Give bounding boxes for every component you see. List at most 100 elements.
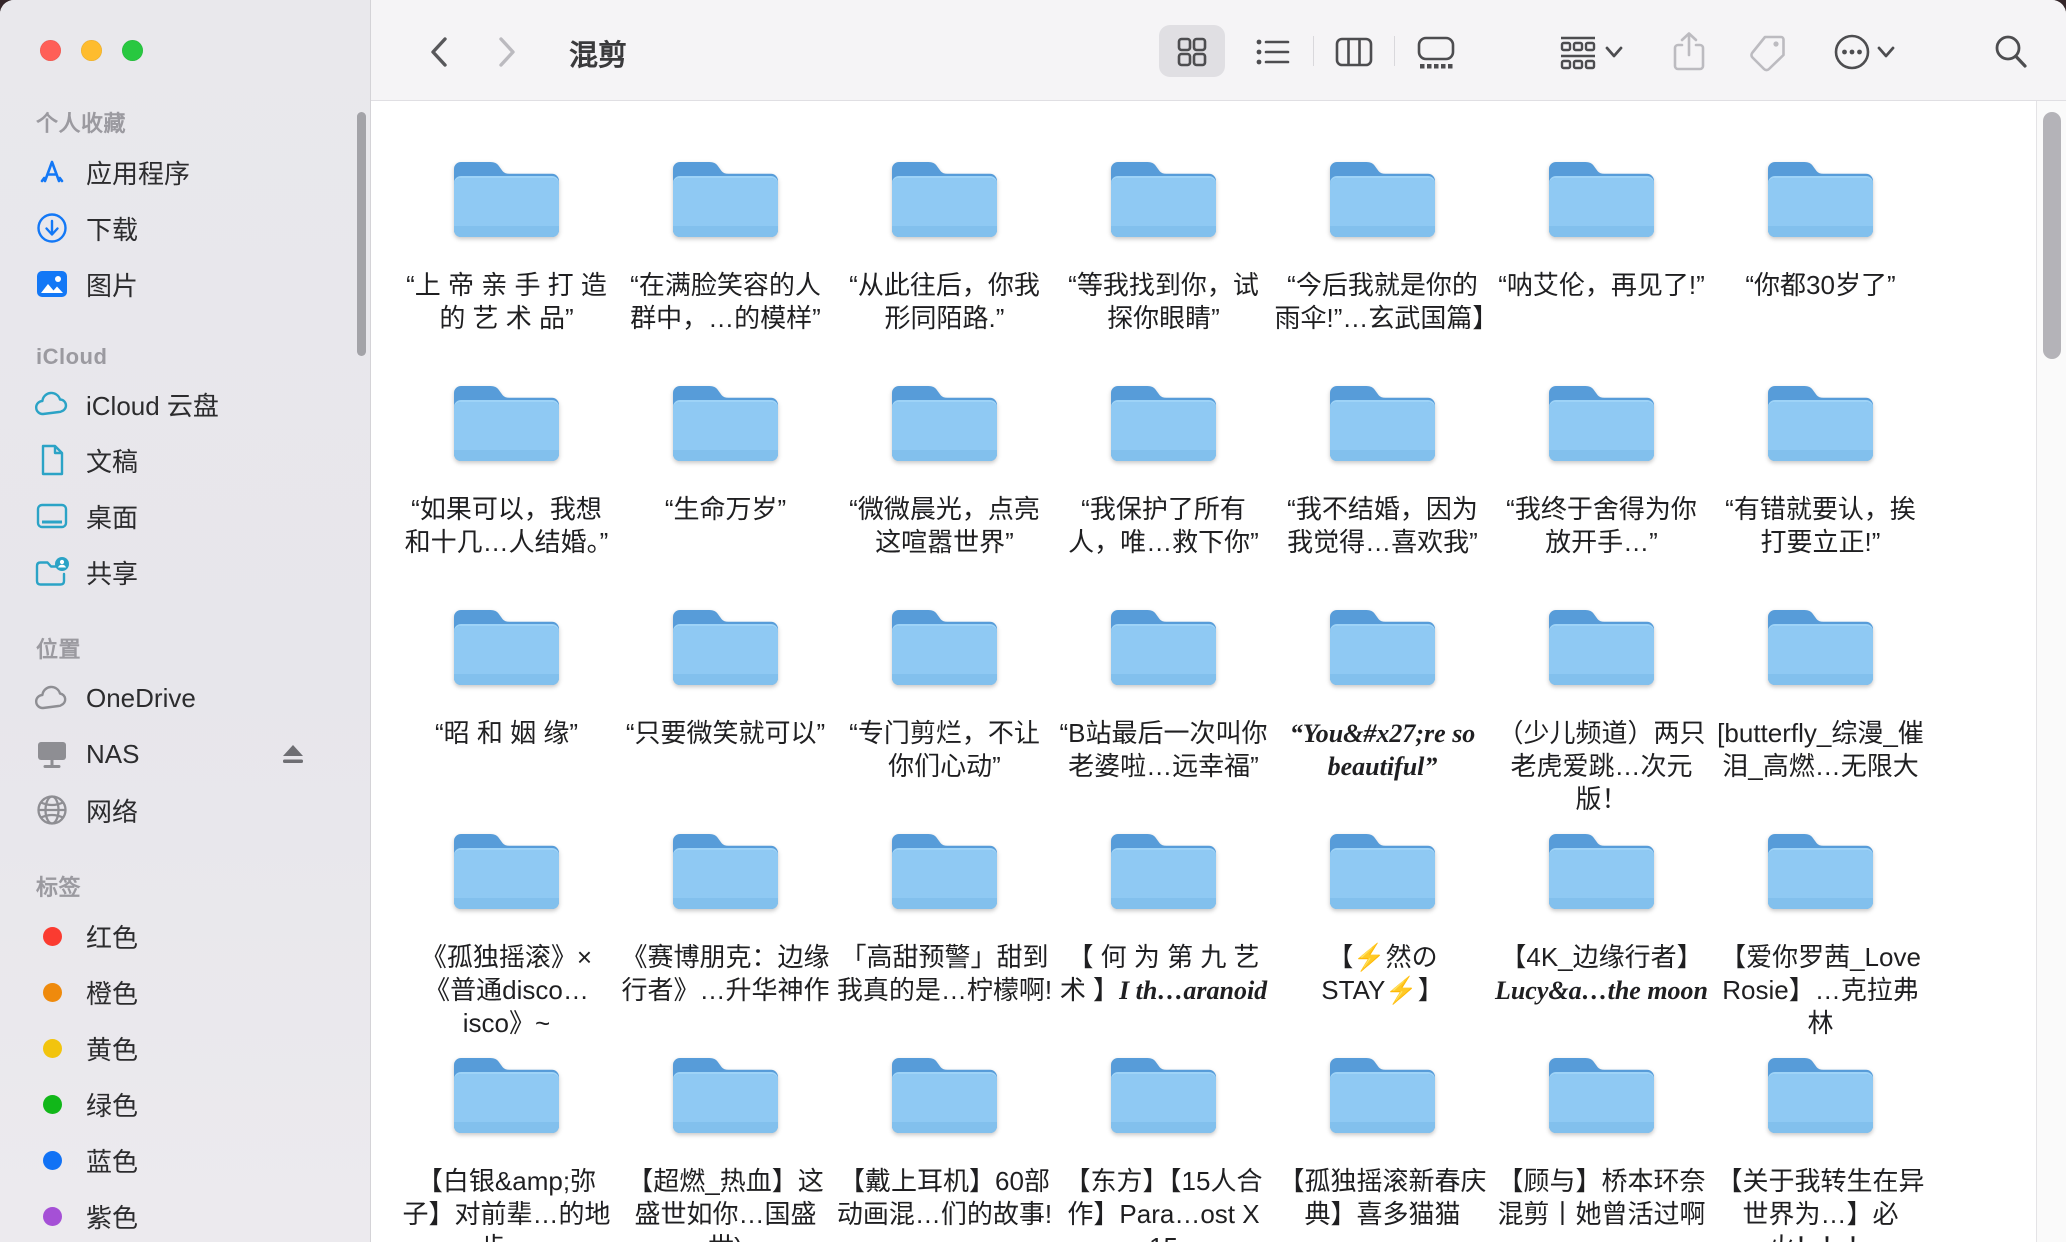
eject-icon <box>280 743 306 765</box>
sidebar-item[interactable]: 下载 <box>26 200 360 256</box>
folder-item[interactable]: 【 何 为 第 九 艺 术 】I th…aranoid <box>1054 823 1273 1047</box>
group-button[interactable] <box>1554 28 1602 76</box>
folder-icon <box>885 599 1004 695</box>
sidebar-item[interactable]: 紫色 <box>26 1188 360 1242</box>
folder-item[interactable]: “我不结婚，因为我觉得…喜欢我” <box>1273 375 1492 599</box>
sidebar-item-label: 红色 <box>86 918 138 955</box>
folder-item[interactable]: “如果可以，我想和十几…人结婚。” <box>397 375 616 599</box>
folder-item[interactable]: “在满脸笑容的人群中，…的模样” <box>616 151 835 375</box>
folder-item[interactable]: “微微晨光，点亮这喧嚣世界” <box>835 375 1054 599</box>
sidebar-item[interactable]: OneDrive <box>26 670 360 726</box>
more-chevron[interactable] <box>1871 28 1901 76</box>
column-view-button[interactable] <box>1330 28 1378 76</box>
more-icon <box>1832 32 1872 72</box>
sidebar-scrollbar-thumb[interactable] <box>357 112 366 356</box>
forward-button[interactable] <box>483 28 531 76</box>
back-button[interactable] <box>415 28 463 76</box>
folder-item[interactable]: “上 帝 亲 手 打 造 的 艺 术 品” <box>397 151 616 375</box>
folder-item[interactable]: 【戴上耳机】60部动画混…们的故事! <box>835 1047 1054 1242</box>
group-chevron[interactable] <box>1599 28 1629 76</box>
scrollbar-track <box>2036 101 2066 1242</box>
folder-item[interactable]: 【白银&amp;弥子】对前辈…的地步。 <box>397 1047 616 1242</box>
sidebar-item[interactable]: 橙色 <box>26 964 360 1020</box>
sidebar-item[interactable]: 网络 <box>26 782 360 838</box>
traffic-lights <box>40 40 143 61</box>
folder-label: 【4K_边缘行者】Lucy&a…the moon <box>1494 941 1710 1007</box>
folder-icon <box>1323 1047 1442 1143</box>
share-button[interactable] <box>1665 28 1713 76</box>
tag-button[interactable] <box>1744 28 1792 76</box>
folder-item[interactable]: [butterfly_综漫_催泪_高燃…无限大 <box>1711 599 1930 823</box>
folder-item[interactable]: “呐艾伦，再见了!” <box>1492 151 1711 375</box>
folder-item[interactable]: “我终于舍得为你放开手…” <box>1492 375 1711 599</box>
sidebar-item[interactable]: 共享 <box>26 544 360 600</box>
folder-item[interactable]: “You&#x27;re so beautiful” <box>1273 599 1492 823</box>
eject-button[interactable] <box>280 743 306 765</box>
sidebar-item[interactable]: 红色 <box>26 908 360 964</box>
folder-label: “呐艾伦，再见了!” <box>1498 269 1705 302</box>
folder-item[interactable]: “你都30岁了” <box>1711 151 1930 375</box>
folder-item[interactable]: “只要微笑就可以” <box>616 599 835 823</box>
folder-item[interactable]: “B站最后一次叫你老婆啦…远幸福” <box>1054 599 1273 823</box>
sidebar-item[interactable]: 蓝色 <box>26 1132 360 1188</box>
folder-item[interactable]: “专门剪烂，不让你们心动” <box>835 599 1054 823</box>
folder-item[interactable]: “有错就要认，挨打要立正!” <box>1711 375 1930 599</box>
folder-label: 【关于我转生在异世界为…】必火！！！ <box>1713 1165 1929 1242</box>
sidebar-item-label: 黄色 <box>86 1030 138 1067</box>
column-view-icon <box>1334 36 1374 68</box>
folder-icon <box>447 375 566 471</box>
sidebar-item-label: 网络 <box>86 792 138 829</box>
folder-icon <box>447 375 566 471</box>
folder-item[interactable]: 《孤独摇滚》×《普通disco…isco》~ <box>397 823 616 1047</box>
sidebar-item[interactable]: 应用程序 <box>26 144 360 200</box>
folder-item[interactable]: 【孤独摇滚新春庆典】喜多猫猫 <box>1273 1047 1492 1242</box>
sidebar-item[interactable]: NAS <box>26 726 360 782</box>
display-icon <box>34 736 70 772</box>
sidebar-item[interactable]: 文稿 <box>26 432 360 488</box>
folder-item[interactable]: “我保护了所有人，唯…救下你” <box>1054 375 1273 599</box>
folder-item[interactable]: 【东方】【15人合作】Para…ost X 15 <box>1054 1047 1273 1242</box>
folder-icon <box>1542 823 1661 919</box>
appstore-icon <box>34 154 70 190</box>
folder-item[interactable]: 【关于我转生在异世界为…】必火！！！ <box>1711 1047 1930 1242</box>
folder-item[interactable]: “生命万岁” <box>616 375 835 599</box>
list-view-icon <box>1254 35 1292 69</box>
folder-item[interactable]: 《赛博朋克：边缘行者》…升华神作 <box>616 823 835 1047</box>
folder-item[interactable]: “从此往后，你我形同陌路.” <box>835 151 1054 375</box>
zoom-button[interactable] <box>122 40 143 61</box>
sidebar-item[interactable]: iCloud 云盘 <box>26 376 360 432</box>
scrollbar-thumb[interactable] <box>2043 112 2061 359</box>
folder-item[interactable]: 【爱你罗茜_Love Rosie】…克拉弗林 <box>1711 823 1930 1047</box>
folder-item[interactable]: 「高甜预警」甜到我真的是…柠檬啊! <box>835 823 1054 1047</box>
sidebar-item[interactable]: 黄色 <box>26 1020 360 1076</box>
folder-label: 【孤独摇滚新春庆典】喜多猫猫 <box>1275 1165 1491 1231</box>
tag-dot-icon <box>34 918 70 954</box>
folder-item[interactable]: “今后我就是你的雨伞!”…玄武国篇】 <box>1273 151 1492 375</box>
folder-icon <box>1323 375 1442 471</box>
folder-item[interactable]: 【4K_边缘行者】Lucy&a…the moon <box>1492 823 1711 1047</box>
gallery-view-button[interactable] <box>1412 28 1460 76</box>
folder-item[interactable]: “昭 和 姻 缘” <box>397 599 616 823</box>
folder-icon <box>1323 151 1442 247</box>
close-button[interactable] <box>40 40 61 61</box>
folder-item[interactable]: 【顾与】桥本环奈混剪丨她曾活过啊 <box>1492 1047 1711 1242</box>
folder-item[interactable]: 【⚡然のSTAY⚡】 <box>1273 823 1492 1047</box>
sidebar-item[interactable]: 绿色 <box>26 1076 360 1132</box>
sidebar-item[interactable]: 桌面 <box>26 488 360 544</box>
sidebar-item[interactable]: 图片 <box>26 256 360 312</box>
list-view-button[interactable] <box>1249 28 1297 76</box>
more-button[interactable] <box>1828 28 1876 76</box>
folder-item[interactable]: （少儿频道）两只老虎爱跳…次元版！ <box>1492 599 1711 823</box>
sidebar-item-label: 绿色 <box>86 1086 138 1123</box>
folder-item[interactable]: “等我找到你，试探你眼睛” <box>1054 151 1273 375</box>
icloud-icon <box>34 386 70 422</box>
minimize-button[interactable] <box>81 40 102 61</box>
folder-item[interactable]: 【超燃_热血】这盛世如你…国盛世) <box>616 1047 835 1242</box>
search-button[interactable] <box>1987 28 2035 76</box>
folder-icon <box>666 375 785 471</box>
tag-dot-icon <box>34 1198 70 1234</box>
grid-view-button[interactable] <box>1168 28 1216 76</box>
folder-label: （少儿频道）两只老虎爱跳…次元版！ <box>1494 717 1710 816</box>
folder-icon <box>1542 1047 1661 1143</box>
tag-dot-icon <box>34 1142 70 1178</box>
